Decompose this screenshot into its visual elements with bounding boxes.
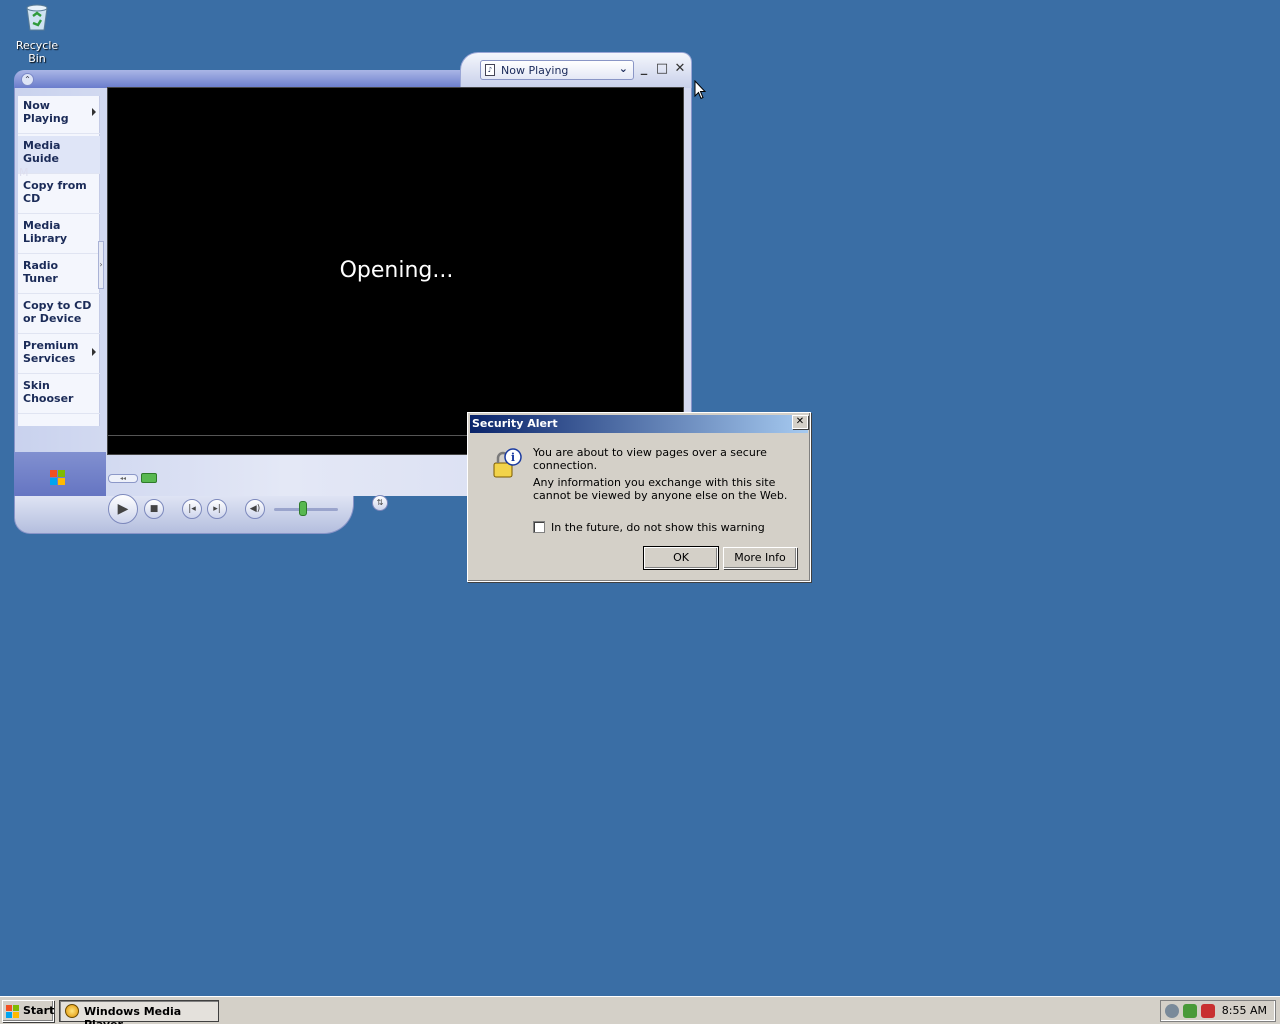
stop-button[interactable]: ■ [144, 499, 164, 519]
side-letter: M [19, 166, 29, 179]
taskbar-item-media-player[interactable]: Windows Media Player [59, 1000, 219, 1024]
dont-show-checkbox[interactable] [533, 521, 545, 533]
windows-logo-icon [50, 470, 66, 486]
maximize-button[interactable]: □ [654, 61, 670, 77]
system-tray: 8:55 AM [1160, 1000, 1276, 1022]
dialog-close-button[interactable]: ✕ [792, 415, 808, 429]
taskpane-item-label: Copy from CD [23, 179, 87, 205]
view-selector-dropdown[interactable]: ♪ Now Playing ⌄ [480, 60, 634, 80]
status-text: Opening... [339, 258, 454, 283]
svg-text:i: i [511, 451, 515, 464]
taskpane-item-premium-services[interactable]: Premium Services [18, 336, 100, 374]
volume-slider-thumb[interactable] [298, 501, 307, 516]
dialog-message-2: Any information you exchange with this s… [533, 476, 788, 502]
more-info-button[interactable]: More Info [723, 547, 797, 569]
taskpane-item-label: Skin Chooser [23, 379, 74, 405]
taskpane-item-label: Now Playing [23, 99, 69, 125]
view-selector-label: Now Playing [501, 64, 569, 77]
taskpane-item-copy-to-device[interactable]: Copy to CD or Device [18, 296, 100, 334]
player-top-bar: ⌃ [14, 70, 476, 88]
dialog-title: Security Alert [470, 415, 808, 433]
seek-thumb[interactable] [141, 473, 157, 483]
windows-logo-icon [6, 1005, 19, 1018]
features-taskbar: Now Playing Media Guide Copy from CD Med… [18, 96, 100, 426]
clock: 8:55 AM [1221, 1004, 1267, 1017]
taskpane-item-label: Copy to CD or Device [23, 299, 92, 325]
taskpane-item-label: Premium Services [23, 339, 79, 365]
chevron-icon[interactable]: ⌃ [21, 73, 34, 86]
taskpane-item-radio-tuner[interactable]: Radio Tuner [18, 256, 100, 294]
equalizer-button[interactable]: ⇅ [372, 495, 388, 511]
taskpane-item-now-playing[interactable]: Now Playing [18, 96, 100, 134]
security-alert-dialog: Security Alert ✕ i You are about to view… [467, 412, 811, 582]
taskpane-item-label: Media Library [23, 219, 68, 245]
mute-button[interactable]: ◀) [245, 499, 265, 519]
network-icon[interactable] [1165, 1004, 1179, 1018]
minimize-button[interactable]: _ [636, 61, 652, 77]
play-button[interactable]: ▶ [108, 494, 138, 524]
next-button[interactable]: ▸| [207, 499, 227, 519]
taskbar: Start Windows Media Player 8:55 AM [0, 996, 1280, 1024]
close-button[interactable]: ✕ [672, 61, 688, 77]
note-icon: ♪ [485, 64, 495, 76]
recycle-bin-icon [26, 4, 48, 31]
dialog-message-1: You are about to view pages over a secur… [533, 446, 767, 472]
taskpane-item-label: Media Guide [23, 139, 61, 165]
start-label: Start [23, 1004, 55, 1017]
rewind-button[interactable]: ◂◂ [108, 474, 138, 483]
security-center-icon[interactable] [1183, 1004, 1197, 1018]
previous-button[interactable]: |◂ [182, 499, 202, 519]
taskpane-item-label: Radio Tuner [23, 259, 59, 285]
dont-show-label[interactable]: In the future, do not show this warning [551, 521, 765, 534]
start-button[interactable]: Start [2, 1000, 54, 1022]
lock-info-icon: i [493, 448, 522, 478]
taskpane-item-skin-chooser[interactable]: Skin Chooser [18, 376, 100, 414]
ok-button[interactable]: OK [643, 546, 719, 570]
arrow-right-icon [92, 108, 96, 116]
mouse-cursor-icon [694, 80, 706, 100]
media-player-icon [65, 1004, 79, 1018]
arrow-right-icon [92, 348, 96, 356]
video-area[interactable]: Opening... [107, 87, 684, 455]
taskbar-item-label: Windows Media Player [84, 1005, 182, 1024]
taskpane-item-media-library[interactable]: Media Library [18, 216, 100, 254]
chevron-down-icon: ⌄ [618, 62, 628, 75]
taskpane-item-media-guide[interactable]: Media Guide [18, 136, 100, 174]
taskpane-item-copy-from-cd[interactable]: Copy from CD [18, 176, 100, 214]
hide-taskbar-toggle[interactable]: › [98, 241, 104, 289]
shield-icon[interactable] [1201, 1004, 1215, 1018]
